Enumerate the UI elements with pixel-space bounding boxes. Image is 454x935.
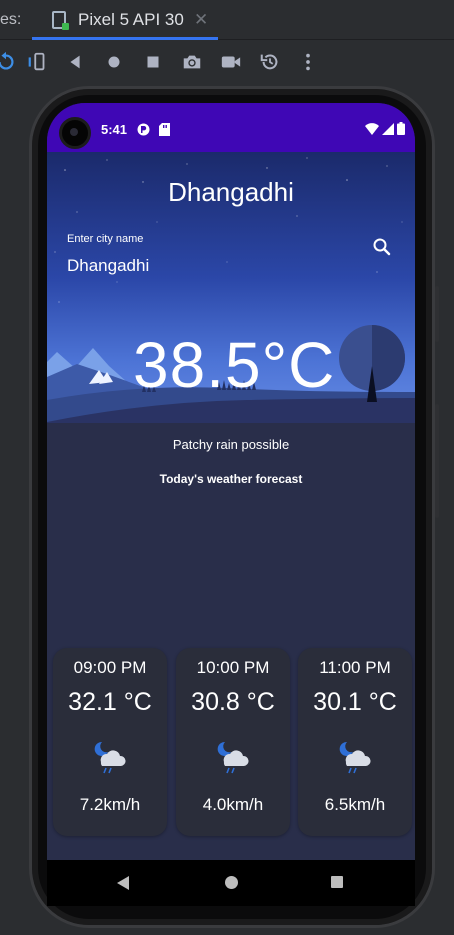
forecast-wind: 4.0km/h <box>202 795 264 814</box>
sd-card-icon <box>159 123 170 141</box>
video-record-icon[interactable] <box>219 50 243 74</box>
camera-icon[interactable] <box>180 50 204 74</box>
forecast-temperature: 32.1 °C <box>68 688 152 716</box>
forecast-wind: 6.5km/h <box>324 795 386 814</box>
app-screen: 5:41 Dhangadhi Enter city name Dhangadhi… <box>47 103 415 860</box>
current-temperature: 38.5°C <box>133 329 336 401</box>
ide-tab-bar: es: Pixel 5 API 30 ✕ <box>0 0 454 40</box>
forecast-wind: 7.2km/h <box>79 795 141 814</box>
forecast-temperature: 30.8 °C <box>191 688 275 716</box>
battery-icon <box>397 122 405 140</box>
more-options-icon[interactable] <box>296 50 320 74</box>
nav-home-icon[interactable] <box>224 875 239 895</box>
forecast-temperature: 30.1 °C <box>313 688 397 716</box>
forecast-time: 10:00 PM <box>196 658 270 677</box>
nav-back-icon[interactable] <box>116 875 130 896</box>
forecast-card[interactable]: 11:00 PM 30.1 °C 6.5km/h <box>298 648 412 836</box>
forecast-title: Today's weather forecast <box>159 472 303 486</box>
night-rain-cloud-icon <box>92 740 126 774</box>
rotate-right-icon[interactable] <box>26 50 50 74</box>
status-time: 5:41 <box>101 122 128 137</box>
close-tab-icon[interactable]: ✕ <box>194 10 208 30</box>
volume-button[interactable] <box>435 404 439 518</box>
tab-device-pixel5[interactable]: Pixel 5 API 30 ✕ <box>32 0 218 40</box>
rotate-left-icon[interactable] <box>0 50 18 74</box>
nav-recents-icon[interactable] <box>330 875 344 894</box>
search-icon[interactable] <box>371 236 393 258</box>
front-camera <box>59 117 91 149</box>
forecast-time: 11:00 PM <box>319 658 391 677</box>
snapshot-restore-icon[interactable] <box>258 50 282 74</box>
forecast-cards: 09:00 PM 32.1 °C 7.2km/h 10:00 PM 30.8 °… <box>53 648 413 836</box>
app-notification-icon <box>137 123 150 141</box>
status-bar: 5:41 <box>47 103 415 152</box>
power-button[interactable] <box>435 286 439 342</box>
wifi-icon <box>365 122 379 140</box>
weather-condition: Patchy rain possible <box>172 437 290 452</box>
system-nav-bar <box>47 860 415 906</box>
city-input[interactable] <box>67 256 347 276</box>
signal-icon <box>382 122 394 140</box>
tab-label: Pixel 5 API 30 <box>78 10 184 29</box>
night-rain-cloud-icon <box>215 740 249 774</box>
forecast-time: 09:00 PM <box>73 658 147 677</box>
back-icon[interactable] <box>63 50 87 74</box>
night-rain-cloud-icon <box>337 740 371 774</box>
forecast-card[interactable]: 10:00 PM 30.8 °C 4.0km/h <box>176 648 290 836</box>
overview-icon[interactable] <box>141 50 165 74</box>
forecast-card[interactable]: 09:00 PM 32.1 °C 7.2km/h <box>53 648 167 836</box>
home-icon[interactable] <box>102 50 126 74</box>
tab-bar-prefix: es: <box>0 11 22 28</box>
city-field-label: Enter city name <box>67 233 144 245</box>
emulator-toolbar <box>0 40 454 84</box>
device-icon <box>52 11 69 30</box>
city-title: Dhangadhi <box>168 177 294 207</box>
